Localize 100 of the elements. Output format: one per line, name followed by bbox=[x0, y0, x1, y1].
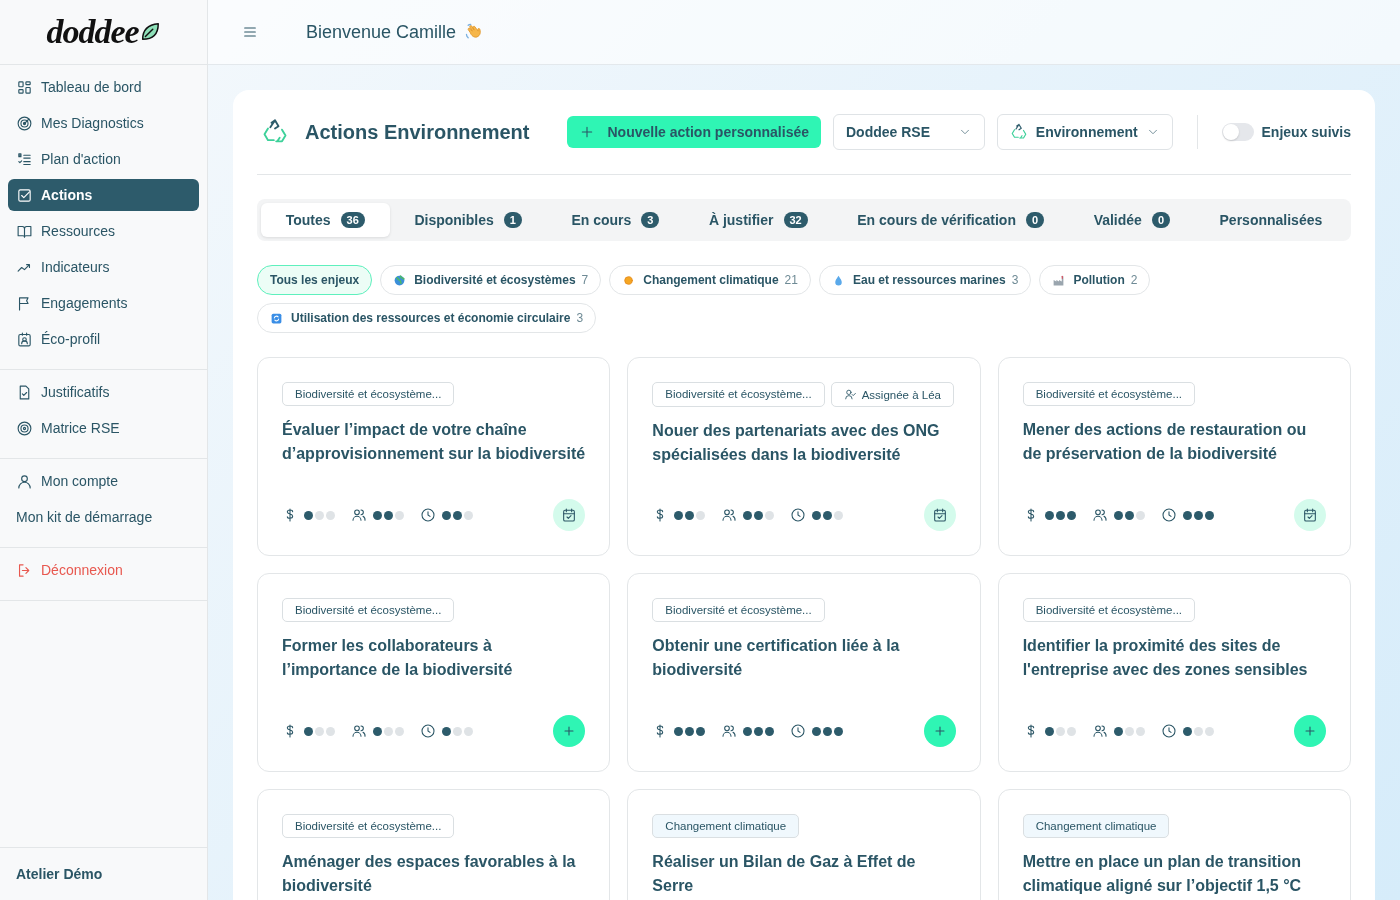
action-card[interactable]: Biodiversité et écosystème... Assignée à Léa Nouer des partenariats avec des ONG spécialisées dans la biodiversité bbox=[627, 357, 981, 556]
calendar-check-icon bbox=[931, 507, 948, 523]
sidebar-item[interactable]: Mes Diagnostics bbox=[8, 107, 199, 139]
rating-dot bbox=[754, 726, 764, 736]
profile-icon bbox=[16, 330, 33, 348]
rating-dot bbox=[1066, 510, 1076, 520]
category-tag: Biodiversité et écosystème... bbox=[282, 814, 455, 838]
action-card[interactable]: Biodiversité et écosystème... Obtenir une certification liée à la biodiversité bbox=[627, 573, 981, 772]
rating-dot bbox=[1113, 510, 1123, 520]
people-icon bbox=[351, 507, 367, 523]
rating-dot bbox=[1182, 726, 1192, 736]
planned-button[interactable] bbox=[553, 499, 586, 531]
category-tag: Biodiversité et écosystème... bbox=[282, 382, 455, 406]
rating-dot bbox=[834, 726, 844, 736]
category-tag: Changement climatique bbox=[652, 814, 800, 838]
rating-dot bbox=[1055, 510, 1065, 520]
action-card[interactable]: Biodiversité et écosystème... Aménager des espaces favorables à la biodiversité bbox=[257, 789, 611, 900]
planned-button[interactable] bbox=[1294, 499, 1326, 531]
rating-dot bbox=[765, 510, 775, 520]
workspace-name: Atelier Démo bbox=[16, 866, 103, 882]
sidebar-item[interactable]: Tableau de bord bbox=[8, 71, 199, 103]
sidebar-item[interactable]: Éco-profil bbox=[8, 323, 199, 355]
sidebar-item[interactable]: Engagements bbox=[8, 287, 199, 319]
rating-dot bbox=[1066, 726, 1076, 736]
target-icon bbox=[16, 114, 33, 132]
action-card[interactable]: Changement climatique Réaliser un Bilan de Gaz à Effet de Serre bbox=[627, 789, 981, 900]
rating-dot bbox=[674, 510, 684, 520]
sun-icon bbox=[622, 273, 636, 287]
tab[interactable]: Disponibles 1 bbox=[389, 203, 547, 237]
people-icon bbox=[721, 507, 738, 523]
sidebar-item[interactable]: Justificatifs bbox=[8, 376, 199, 408]
new-action-button[interactable]: Nouvelle action personnalisée bbox=[567, 116, 821, 148]
category-tag: Biodiversité et écosystème... bbox=[1022, 382, 1196, 406]
add-button[interactable] bbox=[1294, 715, 1326, 747]
count-badge: 0 bbox=[1026, 212, 1045, 228]
rating-dot bbox=[373, 510, 382, 520]
tab[interactable]: À justifier 32 bbox=[684, 203, 833, 237]
recycle-icon bbox=[1009, 123, 1028, 141]
sidebar-item[interactable]: Actions bbox=[8, 179, 199, 211]
add-button[interactable] bbox=[923, 715, 956, 747]
toggle-switch[interactable] bbox=[1221, 123, 1254, 141]
recycle-arrows-icon bbox=[270, 311, 283, 325]
rating-dot bbox=[812, 510, 822, 520]
rating-dot bbox=[812, 726, 822, 736]
sidebar-item[interactable]: Matrice RSE bbox=[8, 412, 199, 444]
rating-dot bbox=[453, 510, 462, 520]
tab[interactable]: Validée 0 bbox=[1068, 203, 1195, 237]
rating-dot bbox=[1204, 510, 1214, 520]
action-title: Identifier la proximité des sites de l'entreprise avec des zones sensibles bbox=[1022, 636, 1309, 680]
rating-dot bbox=[304, 510, 313, 520]
count-badge: 3 bbox=[641, 212, 660, 228]
action-card[interactable]: Changement climatique Mettre en place un plan de transition climatique aligné sur l’objectif 1,5 °C bbox=[997, 789, 1351, 900]
tab[interactable]: En cours de vérification 0 bbox=[832, 203, 1069, 237]
rating-dot bbox=[304, 726, 313, 736]
sidebar-item[interactable]: Mon compte bbox=[8, 465, 199, 497]
factory-icon bbox=[1052, 273, 1066, 287]
rating-dot bbox=[1193, 510, 1203, 520]
count-badge: 36 bbox=[340, 212, 365, 228]
dropdown[interactable]: Doddee RSE bbox=[833, 114, 985, 150]
people-icon bbox=[721, 723, 738, 739]
action-card[interactable]: Biodiversité et écosystème... Mener des actions de restauration ou de préservation de la biodiversité bbox=[997, 357, 1351, 556]
rating-dot bbox=[442, 726, 451, 736]
filter-chip[interactable]: Tous les enjeux bbox=[257, 265, 373, 295]
rating-dot bbox=[1055, 726, 1065, 736]
user-check-icon bbox=[843, 388, 857, 401]
checklist-icon bbox=[16, 150, 33, 168]
rating-dot bbox=[1135, 726, 1145, 736]
rating-dot bbox=[1193, 726, 1203, 736]
logo[interactable]: doddee bbox=[46, 13, 139, 51]
action-title: Nouer des partenariats avec des ONG spécialisées dans la biodiversité bbox=[652, 421, 941, 465]
rating-dot bbox=[674, 726, 684, 736]
rating-dot bbox=[326, 510, 335, 520]
rating-dot bbox=[696, 510, 706, 520]
rating-dot bbox=[442, 510, 451, 520]
tab[interactable]: Toutes 36 bbox=[261, 203, 390, 237]
sidebar-item[interactable]: Ressources bbox=[8, 215, 199, 247]
planned-button[interactable] bbox=[923, 499, 956, 531]
user-icon bbox=[16, 472, 33, 490]
sidebar-item[interactable]: Plan d'action bbox=[8, 143, 199, 175]
dropdown[interactable]: Environnement bbox=[996, 114, 1173, 150]
add-button[interactable] bbox=[553, 715, 586, 747]
action-card[interactable]: Biodiversité et écosystème... Former les collaborateurs à l’importance de la biodiversité bbox=[257, 573, 611, 772]
action-title: Mettre en place un plan de transition climatique aligné sur l’objectif 1,5 °C bbox=[1022, 852, 1303, 896]
sidebar-item[interactable]: Indicateurs bbox=[8, 251, 199, 283]
rating-dot bbox=[1204, 726, 1214, 736]
rating-dot bbox=[754, 510, 764, 520]
assignee-tag: Assignée à Léa bbox=[830, 382, 954, 407]
action-card[interactable]: Biodiversité et écosystème... Évaluer l’impact de votre chaîne d’approvisionnement sur la biodiversité bbox=[257, 357, 611, 556]
tab[interactable]: En cours 3 bbox=[546, 203, 685, 237]
action-card[interactable]: Biodiversité et écosystème... Identifier la proximité des sites de l'entreprise avec des zones sensibles bbox=[997, 573, 1351, 772]
tab[interactable]: Personnalisées bbox=[1194, 203, 1348, 237]
grid-icon bbox=[16, 78, 33, 96]
action-title: Aménager des espaces favorables à la biodiversité bbox=[282, 852, 577, 896]
toggle-label: Enjeux suivis bbox=[1261, 124, 1351, 140]
action-title: Former les collaborateurs à l’importance de la biodiversité bbox=[282, 636, 514, 680]
category-tag: Biodiversité et écosystème... bbox=[652, 382, 825, 407]
action-title: Mener des actions de restauration ou de préservation de la biodiversité bbox=[1022, 420, 1308, 464]
category-tag: Biodiversité et écosystème... bbox=[1022, 598, 1196, 622]
clock-icon bbox=[420, 507, 436, 523]
sidebar-item[interactable]: Mon kit de démarrage bbox=[8, 501, 199, 533]
